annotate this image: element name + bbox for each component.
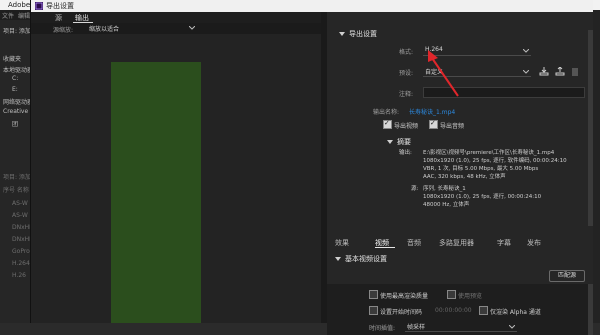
tab-publish[interactable]: 发布 — [527, 238, 541, 248]
preset-dropdown[interactable]: 自定义 — [423, 67, 531, 77]
comments-label: 注释: — [399, 91, 414, 98]
basic-video-heading: 基本视频设置 — [345, 255, 387, 263]
options-scrollbar[interactable] — [588, 284, 593, 335]
preset-label: 预设: — [399, 70, 414, 77]
max-render-label: 使用最高渲染质量 — [380, 293, 429, 300]
time-interp-value: 帧采样 — [407, 324, 426, 331]
dialog-title: 导出设置 — [46, 2, 74, 10]
export-video-checkbox[interactable] — [383, 119, 392, 129]
render-alpha-label: 仅渲染 Alpha 通道 — [490, 309, 541, 316]
export-settings-dialog: 导出设置 源 输出 源缩放: 缩放以适合 导出设置 格式: H.264 预设: … — [30, 0, 593, 335]
format-value: H.264 — [425, 46, 443, 53]
list-item[interactable]: AS-W — [12, 200, 28, 207]
tab-effects[interactable]: 效果 — [335, 238, 349, 248]
summary-source-line: 48000 Hz, 立体声 — [423, 202, 470, 208]
summary-source-line: 序列, 长寿秘诀_1 — [423, 186, 466, 192]
list-item: 序号 名称 — [3, 187, 29, 194]
output-name-label: 输出名称: — [373, 109, 400, 116]
format-dropdown[interactable]: H.264 — [423, 46, 531, 56]
chevron-down-icon — [509, 325, 515, 329]
tab-audio[interactable]: 音频 — [407, 238, 421, 248]
list-item[interactable]: H.26 — [12, 272, 26, 279]
chevron-down-icon — [523, 70, 529, 74]
left-item-e[interactable]: E: — [12, 86, 18, 93]
source-scaling-row: 源缩放: 缩放以适合 — [31, 23, 321, 34]
output-name-link[interactable]: 长寿秘诀_1.mp4 — [409, 107, 455, 116]
source-scaling-dropdown[interactable]: 缩放以适合 — [89, 24, 199, 33]
save-preset-icon[interactable] — [539, 67, 549, 76]
bottom-options-panel: 使用最高渲染质量 使用预览 设置开始时间码 00:00:00:00 仅渲染 Al… — [327, 284, 593, 335]
delete-preset-icon[interactable] — [571, 67, 579, 76]
summary-output-label: 输出: — [399, 150, 412, 156]
render-alpha-checkbox[interactable] — [479, 306, 488, 315]
use-preview-checkbox[interactable] — [447, 290, 456, 299]
export-audio-label: 导出音频 — [440, 123, 465, 130]
collapse-caret-icon[interactable] — [335, 257, 341, 261]
left-item-team[interactable]: 团 — [12, 119, 18, 128]
premiere-icon — [35, 2, 43, 10]
time-interp-dropdown[interactable]: 帧采样 — [405, 322, 517, 332]
list-item[interactable]: H.264 — [12, 260, 30, 267]
import-preset-icon[interactable] — [555, 67, 565, 76]
export-video-label: 导出视频 — [394, 123, 419, 130]
tab-captions[interactable]: 字幕 — [497, 238, 511, 248]
left-item-network[interactable]: 网络驱动器 — [3, 97, 33, 106]
video-preview — [111, 62, 201, 323]
list-item[interactable]: GoPro — [12, 248, 30, 255]
start-timecode-value[interactable]: 00:00:00:00 — [435, 307, 472, 314]
collapse-caret-icon[interactable] — [339, 32, 345, 36]
time-interp-label: 时间插值: — [369, 325, 396, 332]
use-preview-label: 使用预览 — [458, 293, 483, 300]
list-item[interactable]: AS-W — [12, 212, 28, 219]
source-scaling-value: 缩放以适合 — [89, 26, 120, 33]
chevron-down-icon — [523, 49, 529, 53]
collapse-caret-icon[interactable] — [387, 140, 393, 144]
summary-source-label: 源: — [411, 186, 419, 192]
tab-multiplexer[interactable]: 多路复用器 — [439, 238, 474, 248]
format-label: 格式: — [399, 49, 414, 56]
summary-output-line: E:\影视区\视频号\premiere\工作区\长寿秘诀_1.mp4 — [423, 150, 555, 156]
menu-file[interactable]: 文件 — [2, 11, 14, 20]
summary-source-line: 1080x1920 (1.0), 25 fps, 逐行, 00:00:24:10 — [423, 194, 542, 200]
left-item-favorites[interactable]: 收藏夹 — [3, 54, 21, 63]
preset-value: 自定义 — [425, 69, 444, 76]
max-render-checkbox[interactable] — [369, 290, 378, 299]
summary-output-line: 1080x1920 (1.0), 25 fps, 逐行, 软件编码, 00:00… — [423, 158, 567, 164]
settings-scrollbar[interactable] — [588, 30, 593, 226]
tab-source[interactable]: 源 — [55, 13, 62, 23]
summary-output-line: VBR, 1 次, 目标 5.00 Mbps, 最大 5.00 Mbps — [423, 166, 539, 172]
tab-underline — [375, 247, 395, 248]
comments-input[interactable] — [423, 87, 585, 98]
start-timecode-checkbox[interactable] — [369, 306, 378, 315]
start-timecode-label: 设置开始时间码 — [380, 309, 423, 316]
summary-heading: 摘要 — [397, 138, 411, 146]
chevron-down-icon — [189, 26, 195, 30]
source-scaling-label: 源缩放: — [53, 27, 74, 34]
export-settings-heading: 导出设置 — [349, 30, 377, 38]
summary-output-line: AAC, 320 kbps, 48 kHz, 立体声 — [423, 174, 506, 180]
match-source-button[interactable]: 匹配源 — [549, 270, 585, 282]
export-audio-checkbox[interactable] — [429, 119, 438, 129]
left-item-local-drives[interactable]: 本地驱动器 — [3, 65, 33, 74]
left-item-c[interactable]: C: — [12, 75, 18, 82]
settings-pane: 导出设置 格式: H.264 预设: 自定义 注释: 输出名称: 长寿秘诀_1.… — [327, 12, 593, 335]
